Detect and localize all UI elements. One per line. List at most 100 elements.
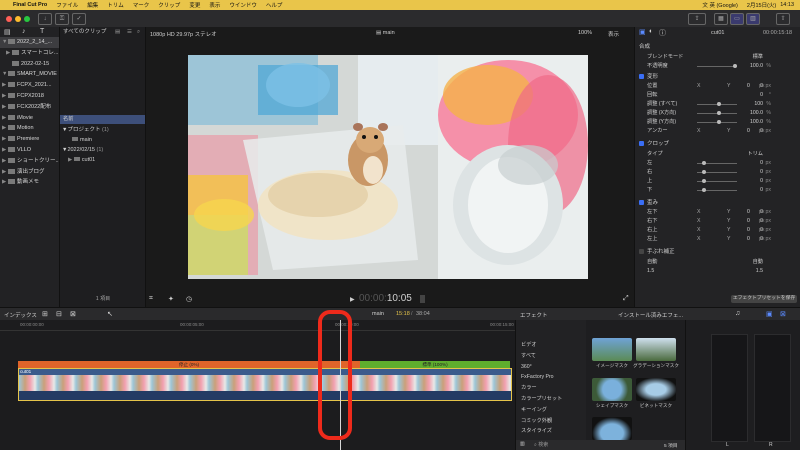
transform-section[interactable]: 変形 [639, 73, 658, 82]
param-value[interactable]: 0 [747, 226, 750, 235]
list-item[interactable]: ▼プロジェクト (1) [62, 125, 146, 135]
video-inspector-icon[interactable]: ▣ [639, 28, 646, 36]
menu-modify[interactable]: 変更 [189, 1, 200, 9]
insert-clip-icon[interactable]: ⊟ [56, 310, 62, 318]
param-slider[interactable] [697, 111, 737, 115]
speed-bar-normal[interactable]: 標準 (100%) [360, 361, 510, 368]
menu-clip[interactable]: クリップ [158, 1, 180, 9]
slider-knob[interactable] [717, 102, 721, 106]
param-slider[interactable] [697, 63, 737, 68]
effects-category-item[interactable]: キーイング [516, 405, 586, 416]
effects-category-item[interactable]: スタイライズ [516, 426, 586, 437]
inspector-toggle-icon[interactable]: ▥ [746, 13, 760, 25]
menu-mark[interactable]: マーク [133, 1, 150, 9]
param-value[interactable]: 標準 [753, 53, 763, 62]
menu-help[interactable]: ヘルプ [266, 1, 283, 9]
param-value[interactable]: トリム [747, 150, 763, 159]
list-item[interactable]: ▶ cut01 [62, 155, 146, 165]
effects-category-item[interactable]: ビデオ [516, 340, 586, 351]
param-value[interactable]: 0 [760, 177, 763, 186]
key-icon[interactable]: ⚿ [55, 13, 69, 25]
transform-tool-icon[interactable]: ⌗ [149, 295, 153, 303]
zoom-dropdown[interactable]: 100% [578, 30, 592, 36]
checkmark-icon[interactable]: ✓ [72, 13, 86, 25]
sidebar-item[interactable]: ▶ FCPX_2021... [0, 80, 59, 91]
enable-checkbox[interactable] [639, 141, 644, 147]
export-icon[interactable]: ⇧ [776, 13, 790, 25]
save-effects-preset-button[interactable]: エフェクトプリセットを保存 [731, 295, 797, 303]
param-slider[interactable] [697, 120, 737, 124]
zoom-window-button[interactable] [24, 16, 30, 22]
sidebar-item[interactable]: ▶ Motion [0, 123, 59, 134]
param-value[interactable]: 0 [760, 186, 763, 195]
color-inspector-icon[interactable]: ◐ [649, 28, 653, 35]
slider-knob[interactable] [702, 178, 706, 183]
menu-clock[interactable]: 14:13 [780, 2, 794, 8]
name-column-header[interactable]: 名前 [60, 115, 149, 124]
view-dropdown[interactable]: 表示 [608, 30, 619, 38]
param-value[interactable]: 0 [747, 235, 750, 244]
param-value[interactable]: 100.0 [750, 118, 763, 127]
param-slider[interactable] [697, 187, 737, 192]
overwrite-clip-icon[interactable]: ⊠ [70, 310, 76, 318]
enable-checkbox[interactable] [639, 73, 644, 79]
menu-date[interactable]: 2月15日(火) [747, 1, 776, 9]
close-window-button[interactable] [6, 16, 12, 22]
param-value[interactable]: 0 [760, 168, 763, 177]
param-value[interactable]: 0 [747, 127, 750, 136]
transitions-browser-icon[interactable]: ⊠ [780, 310, 786, 318]
slider-knob[interactable] [733, 63, 737, 68]
timeline-project-name[interactable]: main [372, 311, 384, 317]
timeline-ruler[interactable]: 00:00:00:00 00:00:05:00 00:00:10:00 00:0… [0, 320, 515, 331]
share-icon[interactable]: ⇪ [688, 13, 706, 25]
slider-knob[interactable] [717, 111, 721, 115]
minimize-window-button[interactable] [15, 16, 21, 22]
menu-edit[interactable]: 編集 [87, 1, 98, 9]
sidebar-item[interactable]: ▼ 2022_2_14_... [0, 37, 59, 48]
photos-icon[interactable]: ♪ [22, 28, 26, 35]
slider-knob[interactable] [702, 187, 706, 192]
sidebar-item[interactable]: ▶ FCPX2018 [0, 91, 59, 102]
list-item[interactable]: main [62, 135, 146, 145]
stabilization-section[interactable]: 手ぶれ補正 [639, 248, 675, 257]
append-clip-icon[interactable]: ⊞ [42, 310, 48, 318]
param-value[interactable]: 0 [747, 208, 750, 217]
menu-app[interactable]: Final Cut Pro [13, 2, 47, 8]
effect-thumbnail[interactable] [592, 338, 632, 361]
pause-icon[interactable] [420, 295, 425, 303]
param-value[interactable]: 100 [754, 100, 763, 109]
param-value[interactable]: 0 [747, 82, 750, 91]
param-value[interactable]: 100.0 [750, 62, 763, 71]
timecode-display[interactable]: 00:00:10:05 [359, 293, 412, 304]
param-slider[interactable] [697, 102, 737, 106]
list-item[interactable]: ▼2022/02/15 (1) [62, 145, 146, 155]
composite-section[interactable]: 合成 [639, 43, 650, 52]
sidebar-item[interactable]: ▶ 演出ブログ [0, 167, 59, 178]
param-value[interactable]: 0 [760, 91, 763, 100]
speed-icon[interactable]: ◷ [186, 295, 192, 303]
titles-icon[interactable]: T [40, 28, 44, 35]
play-icon[interactable]: ▶ [350, 296, 355, 303]
effect-thumbnail[interactable] [592, 378, 632, 401]
sidebar-item[interactable]: ▶ ショートクリー... [0, 156, 59, 167]
select-tool-icon[interactable]: ↖ [107, 310, 113, 318]
fullscreen-icon[interactable]: ⤢ [623, 295, 629, 303]
menu-trim[interactable]: トリム [107, 1, 124, 9]
enable-checkbox[interactable] [639, 249, 644, 255]
enable-checkbox[interactable] [639, 199, 644, 205]
effects-category-item[interactable]: FxFactory Pro [516, 372, 586, 383]
browser-toggle-icon[interactable]: ▦ [714, 13, 728, 25]
installed-effects-dropdown[interactable]: インストール済みエフェ... [618, 311, 683, 319]
speed-bar-stop[interactable]: 停止 (0%) [18, 361, 360, 368]
param-value[interactable]: 1.5 [756, 267, 763, 276]
param-value[interactable]: 0 [747, 217, 750, 226]
menu-view[interactable]: 表示 [209, 1, 220, 9]
list-view-icon[interactable]: ☰ [127, 27, 132, 37]
param-slider[interactable] [697, 169, 737, 174]
timeline[interactable]: 00:00:00:00 00:00:05:00 00:00:10:00 00:0… [0, 310, 515, 450]
timeline-clip[interactable]: cut01 [18, 368, 512, 401]
param-slider[interactable] [697, 178, 737, 183]
param-value[interactable]: 100.0 [750, 109, 763, 118]
effects-category-item[interactable]: カラー [516, 383, 586, 394]
param-value[interactable]: 自動 [753, 258, 763, 267]
